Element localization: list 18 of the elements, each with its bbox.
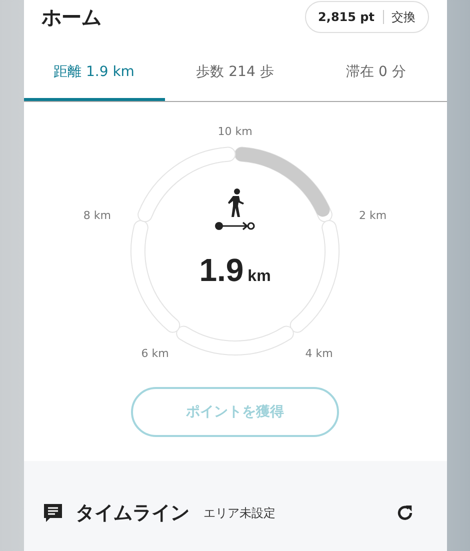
page-title: ホーム: [42, 4, 102, 31]
area-status: エリア未設定: [204, 505, 276, 522]
scale-label: 4 km: [305, 347, 333, 360]
scale-label: 2 km: [359, 209, 387, 222]
tab[interactable]: 距離 1.9 km: [24, 47, 164, 101]
tab[interactable]: 歩数 214 歩: [164, 47, 306, 101]
points-pill[interactable]: 2,815 pt 交換: [305, 1, 428, 33]
scale-label: 10 km: [218, 125, 252, 138]
distance-value: 1.9: [199, 251, 244, 290]
exchange-link[interactable]: 交換: [392, 8, 416, 26]
tab[interactable]: 滞在 0 分: [306, 47, 446, 101]
points-balance: 2,815 pt: [318, 9, 374, 26]
scale-label: 8 km: [83, 209, 111, 222]
scale-label: 6 km: [141, 347, 169, 360]
distance-arrow-icon: [214, 220, 256, 232]
chat-icon: [42, 502, 64, 524]
distance-unit: km: [248, 267, 271, 287]
section-title: タイムライン: [76, 501, 190, 526]
